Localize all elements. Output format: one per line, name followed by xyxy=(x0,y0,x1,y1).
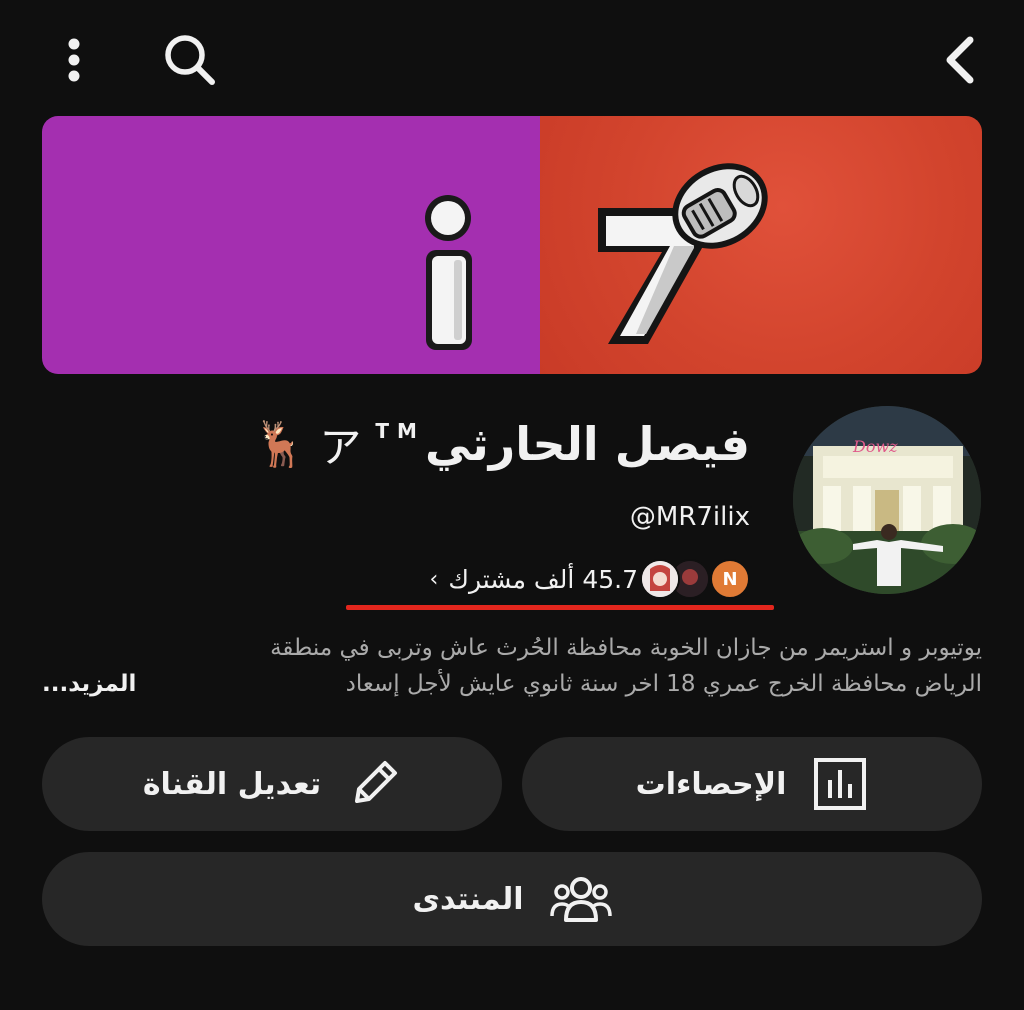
subscribers-underline xyxy=(346,605,774,610)
more-options-button[interactable] xyxy=(50,30,98,90)
subscriber-avatar xyxy=(640,559,680,599)
chevron-right-icon: › xyxy=(429,566,439,592)
channel-handle: @MR7ilix xyxy=(629,502,750,532)
bar-chart-icon xyxy=(814,758,867,810)
subscribers-row[interactable]: N 45.7 ألف مشترك › xyxy=(430,556,750,602)
banner-letter-i xyxy=(425,195,472,350)
edit-channel-button[interactable]: تعديل القناة xyxy=(42,737,502,831)
channel-banner xyxy=(42,116,982,374)
banner-mic-7-logo xyxy=(598,163,768,344)
edit-channel-label: تعديل القناة xyxy=(142,766,322,802)
channel-name: 🦌 ア TM فيصل الحارثي xyxy=(253,408,750,480)
pencil-icon xyxy=(355,761,398,803)
deer-emoji: 🦌 xyxy=(252,419,308,470)
subscriber-avatar-image xyxy=(642,561,678,597)
chevron-left-icon xyxy=(946,36,974,84)
channel-avatar[interactable]: Dowz xyxy=(793,406,981,594)
banner-purple-panel xyxy=(42,116,540,374)
channel-description[interactable]: يوتيوبر و استريمر من جازان الخوبة محافظة… xyxy=(42,630,982,702)
name-kana: ア xyxy=(319,422,362,472)
description-line-2: الرياض محافظة الخرج عمري 18 اخر سنة ثانو… xyxy=(42,666,982,702)
search-icon xyxy=(165,35,215,85)
svg-text:Dowz: Dowz xyxy=(852,437,898,456)
people-icon xyxy=(549,877,612,922)
more-vertical-icon xyxy=(68,38,80,82)
community-button[interactable]: المنتدى xyxy=(42,852,982,946)
stats-label: الإحصاءات xyxy=(635,766,787,802)
subscriber-avatar-n: N xyxy=(710,559,750,599)
description-line-1: يوتيوبر و استريمر من جازان الخوبة محافظة… xyxy=(270,635,982,661)
subscriber-count-label: 45.7 ألف مشترك xyxy=(448,564,638,594)
top-app-bar xyxy=(0,0,1024,116)
avatar-photo: Dowz xyxy=(793,406,981,594)
search-button[interactable] xyxy=(158,28,222,92)
stats-button[interactable]: الإحصاءات xyxy=(522,737,982,831)
name-trademark: TM xyxy=(375,419,425,443)
more-link[interactable]: المزيد... xyxy=(42,666,197,702)
subscriber-count[interactable]: 45.7 ألف مشترك › xyxy=(430,565,638,594)
channel-title: فيصل الحارثي xyxy=(424,417,750,471)
subscriber-avatars: N xyxy=(640,559,750,599)
community-label: المنتدى xyxy=(412,881,524,917)
back-button[interactable] xyxy=(930,28,990,92)
banner-orange-panel xyxy=(540,116,982,374)
